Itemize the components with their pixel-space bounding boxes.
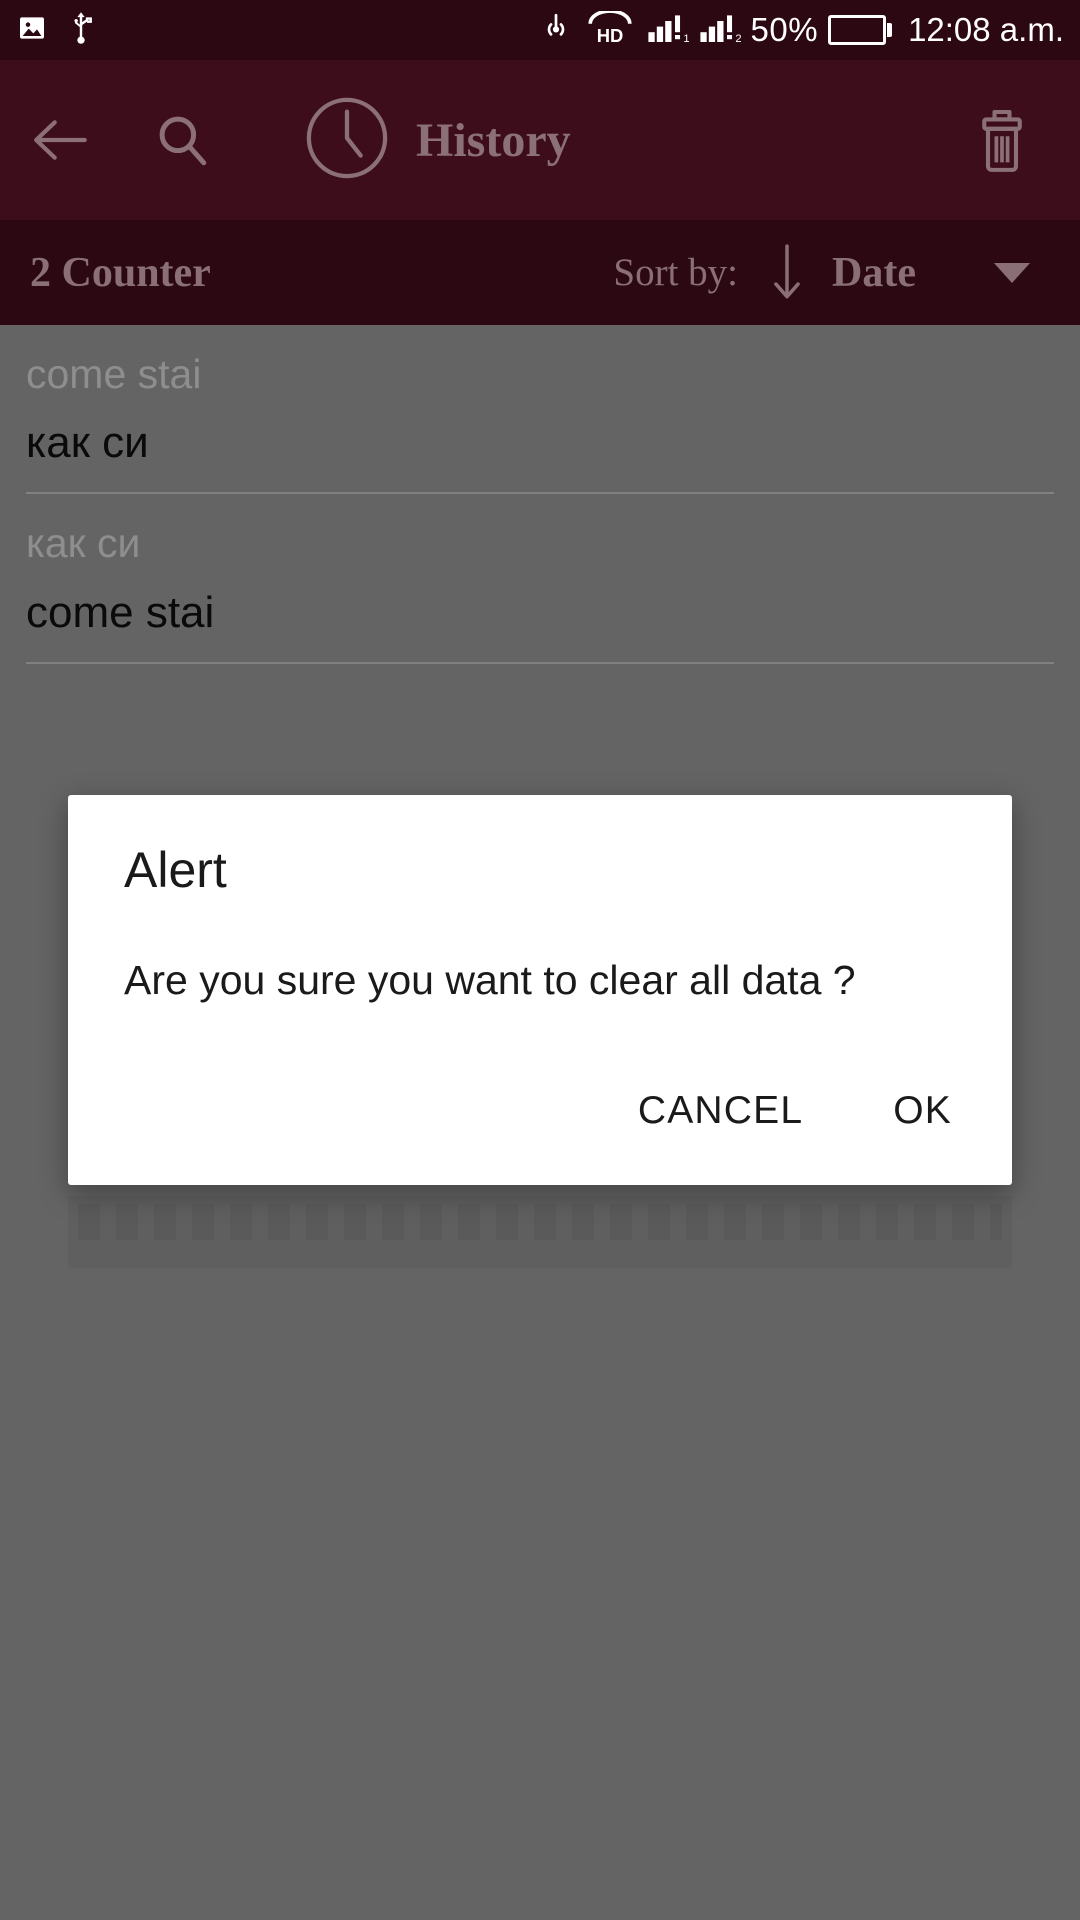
- status-bar: HD 1 2 50%: [0, 0, 1080, 60]
- battery-icon: [828, 15, 893, 45]
- history-source-text: как си: [26, 520, 141, 567]
- image-icon: [16, 12, 48, 49]
- sort-bar: 2 Counter Sort by: Date: [0, 220, 1080, 325]
- cast-icon: [539, 11, 573, 50]
- svg-text:HD: HD: [596, 25, 623, 45]
- history-target-text: come stai: [26, 587, 215, 637]
- history-target-text: как си: [26, 418, 149, 468]
- dialog-actions: CANCEL OK: [634, 1079, 956, 1143]
- app-bar: History: [0, 60, 1080, 220]
- sort-value-label[interactable]: Date: [832, 249, 916, 297]
- history-list: come stai как си как си come stai: [0, 325, 1080, 664]
- hd-voice-icon: HD: [583, 8, 637, 50]
- signal-sim1-icon: 1: [647, 11, 689, 50]
- status-bar-clock: 12:08 a.m.: [908, 11, 1064, 48]
- battery-percent-label: 50%: [750, 11, 819, 48]
- page-title: History: [416, 113, 571, 167]
- app-bar-title-group: History: [304, 95, 571, 186]
- dialog-backdrop-shadow: [68, 1196, 1012, 1268]
- usb-icon: [66, 11, 96, 50]
- svg-text:1: 1: [683, 33, 689, 45]
- sort-by-label: Sort by:: [613, 251, 739, 294]
- clear-history-button[interactable]: [966, 100, 1038, 180]
- list-divider: [26, 661, 1054, 664]
- search-button[interactable]: [142, 100, 222, 180]
- status-bar-right-icons: HD 1 2 50%: [539, 8, 1064, 50]
- list-item[interactable]: как си come stai: [0, 494, 1080, 664]
- sort-control[interactable]: Sort by: Date: [613, 243, 1050, 303]
- arrow-down-icon[interactable]: [770, 243, 804, 303]
- history-source-text: come stai: [26, 351, 202, 397]
- ok-button[interactable]: OK: [889, 1079, 956, 1143]
- dialog-title: Alert: [124, 842, 227, 898]
- counter-label: 2 Counter: [30, 249, 211, 296]
- dialog-message: Are you sure you want to clear all data …: [124, 957, 856, 1003]
- signal-sim2-icon: 2: [699, 11, 741, 50]
- back-button[interactable]: [20, 100, 100, 180]
- svg-text:2: 2: [735, 33, 741, 45]
- clock-icon: [304, 95, 390, 186]
- caret-down-icon[interactable]: [994, 262, 1030, 283]
- cancel-button[interactable]: CANCEL: [634, 1079, 807, 1143]
- list-item[interactable]: come stai как си: [0, 325, 1080, 495]
- status-bar-left-icons: [16, 11, 96, 50]
- alert-dialog: Alert Are you sure you want to clear all…: [68, 795, 1012, 1185]
